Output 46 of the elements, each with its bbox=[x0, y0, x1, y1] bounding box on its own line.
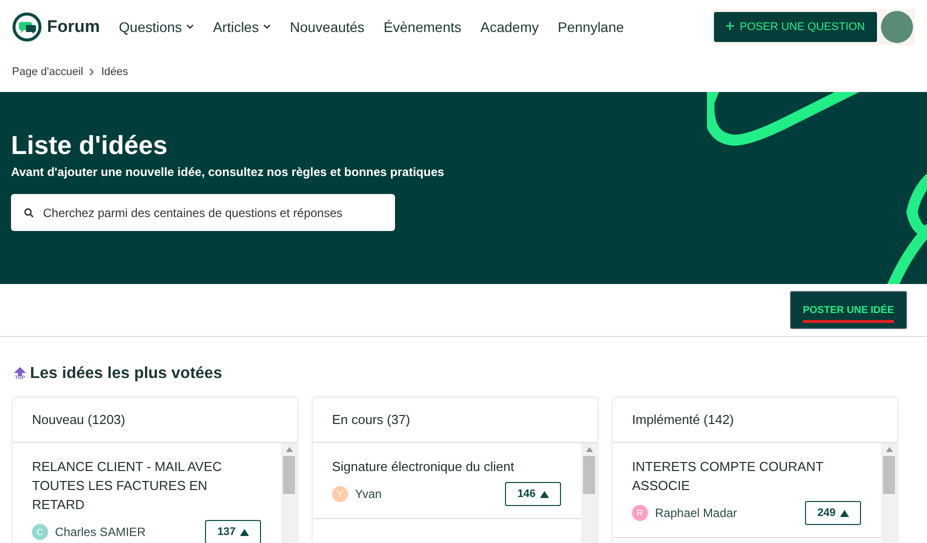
author-avatar: C bbox=[32, 524, 48, 540]
chevron-right-icon bbox=[89, 68, 96, 76]
forum-logo-icon bbox=[12, 12, 42, 42]
idea-title[interactable]: Signature électronique du client bbox=[332, 457, 551, 476]
triangle-up-icon bbox=[840, 510, 849, 516]
breadcrumb-link[interactable]: Page d'accueil bbox=[12, 66, 84, 78]
nav-link[interactable]: Évènements bbox=[384, 19, 462, 35]
post-idea-button[interactable]: POSTER UNE IDÉE bbox=[790, 291, 907, 329]
scrollbar[interactable] bbox=[881, 443, 897, 543]
scroll-up-icon[interactable] bbox=[886, 447, 892, 452]
hero-subtitle: Avant d'ajouter une nouvelle idée, consultez nos règles et bonnes pratiques bbox=[11, 165, 446, 179]
scroll-up-icon[interactable] bbox=[586, 447, 592, 452]
ask-question-button[interactable]: POSER UNE QUESTION bbox=[714, 12, 877, 42]
section-title: Les idées les plus votées bbox=[30, 365, 222, 383]
scrollbar[interactable] bbox=[581, 443, 597, 543]
idea-title[interactable]: INTERETS COMPTE COURANT ASSOCIE bbox=[632, 457, 851, 495]
vote-button[interactable]: 146 bbox=[505, 482, 561, 506]
page-title: Liste d'idées bbox=[11, 129, 168, 161]
forum-brand[interactable]: Forum bbox=[47, 17, 100, 37]
vote-button[interactable]: 249 bbox=[805, 501, 861, 525]
author-avatar: R bbox=[632, 505, 648, 521]
search-icon bbox=[24, 208, 34, 218]
vote-button[interactable]: 137 bbox=[205, 520, 261, 543]
plus-icon bbox=[726, 22, 734, 30]
column-title: En cours (37) bbox=[313, 398, 597, 443]
nav-link[interactable]: Nouveautés bbox=[290, 19, 365, 35]
scroll-up-icon[interactable] bbox=[286, 447, 292, 452]
nav-link[interactable]: Questions bbox=[118, 19, 194, 35]
nav-link[interactable]: Academy bbox=[480, 19, 539, 35]
author-avatar: Y bbox=[332, 486, 348, 502]
scrollbar[interactable] bbox=[281, 443, 297, 543]
user-avatar[interactable] bbox=[881, 11, 913, 43]
column-title: Implémenté (142) bbox=[613, 398, 897, 443]
search-field[interactable]: Cherchez parmi des centaines de questions et réponses bbox=[11, 194, 395, 231]
chevron-down-icon bbox=[186, 24, 194, 30]
chevron-down-icon bbox=[262, 24, 271, 30]
author-name[interactable]: Charles SAMIER bbox=[55, 525, 146, 539]
nav-link[interactable]: Pennylane bbox=[558, 19, 624, 35]
breadcrumb-current: Idées bbox=[101, 66, 128, 78]
triangle-up-icon bbox=[240, 528, 249, 536]
idea-title[interactable]: RELANCE CLIENT - MAIL AVEC TOUTES LES FACTURES EN RETARD bbox=[32, 457, 251, 514]
author-name[interactable]: Raphael Madar bbox=[655, 506, 738, 520]
triangle-up-icon bbox=[540, 490, 549, 498]
column-title: Nouveau (1203) bbox=[13, 398, 297, 443]
nav-link[interactable]: Articles bbox=[212, 19, 271, 35]
author-name[interactable]: Yvan bbox=[355, 487, 382, 501]
